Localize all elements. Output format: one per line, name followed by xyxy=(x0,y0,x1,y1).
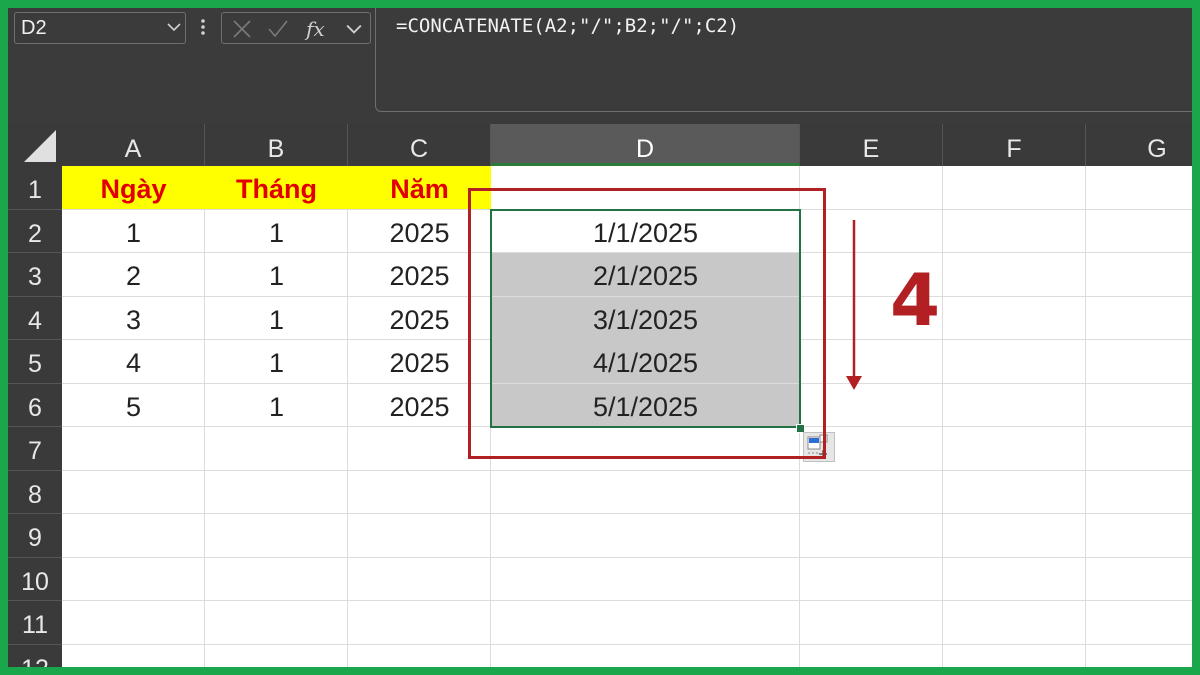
cell-a3[interactable]: 2 xyxy=(62,253,205,296)
chevron-down-icon[interactable] xyxy=(167,22,181,32)
cell-d6[interactable]: 5/1/2025 xyxy=(491,384,800,427)
row-header-11[interactable]: 11 xyxy=(8,601,62,645)
column-header-f[interactable]: F xyxy=(943,124,1086,166)
auto-fill-options-icon xyxy=(807,434,828,458)
row-header-12[interactable]: 12 xyxy=(8,645,62,667)
enter-check-icon[interactable] xyxy=(266,17,290,41)
more-vertical-icon[interactable] xyxy=(196,16,210,38)
cell-c4[interactable]: 2025 xyxy=(348,297,491,340)
insert-function-icon[interactable]: fx xyxy=(304,17,340,41)
step-number: 4 xyxy=(890,258,941,342)
column-header-g[interactable]: G xyxy=(1086,124,1192,166)
row-header-6[interactable]: 6 xyxy=(8,384,62,427)
formula-bar: D2 fx =CONCATENATE(A2;"/";B2;"/";C2) xyxy=(8,8,1192,124)
gridline xyxy=(942,166,943,667)
cell-b2[interactable]: 1 xyxy=(205,210,348,253)
cell-c1[interactable]: Năm xyxy=(348,166,491,209)
row-header-3[interactable]: 3 xyxy=(8,253,62,297)
cell-d5[interactable]: 4/1/2025 xyxy=(491,340,800,383)
gridline xyxy=(62,470,1192,471)
cell-d4[interactable]: 3/1/2025 xyxy=(491,297,800,340)
svg-text:fx: fx xyxy=(304,17,325,41)
name-box-value: D2 xyxy=(21,17,47,39)
cell-b3[interactable]: 1 xyxy=(205,253,348,296)
cell-a5[interactable]: 4 xyxy=(62,340,205,383)
row-header-10[interactable]: 10 xyxy=(8,558,62,601)
row-header-8[interactable]: 8 xyxy=(8,471,62,514)
arrow-down-icon xyxy=(846,220,862,390)
formula-text: =CONCATENATE(A2;"/";B2;"/";C2) xyxy=(396,15,740,37)
column-header-d[interactable]: D xyxy=(491,124,800,166)
cell-c6[interactable]: 2025 xyxy=(348,384,491,427)
gridline xyxy=(62,644,1192,645)
select-all-triangle-icon xyxy=(24,130,56,162)
gridline xyxy=(62,600,1192,601)
row-header-7[interactable]: 7 xyxy=(8,427,62,471)
cell-c5[interactable]: 2025 xyxy=(348,340,491,383)
cell-a6[interactable]: 5 xyxy=(62,384,205,427)
cell-b6[interactable]: 1 xyxy=(205,384,348,427)
column-header-c[interactable]: C xyxy=(348,124,491,166)
cell-d3[interactable]: 2/1/2025 xyxy=(491,253,800,296)
column-header-b[interactable]: B xyxy=(205,124,348,166)
row-header-2[interactable]: 2 xyxy=(8,210,62,253)
cell-c3[interactable]: 2025 xyxy=(348,253,491,296)
cell-b1[interactable]: Tháng xyxy=(205,166,348,209)
cell-grid: Ngày Tháng Năm 1 1 2025 1/1/2025 2 1 202… xyxy=(62,166,1192,667)
cell-a1[interactable]: Ngày xyxy=(62,166,205,209)
row-header-4[interactable]: 4 xyxy=(8,297,62,340)
chevron-down-icon[interactable] xyxy=(346,23,362,35)
cell-c2[interactable]: 2025 xyxy=(348,210,491,253)
cancel-x-icon[interactable] xyxy=(230,17,254,41)
gridline xyxy=(62,557,1192,558)
column-headers: A B C D E F G xyxy=(62,124,1192,166)
cell-d2[interactable]: 1/1/2025 xyxy=(491,210,800,253)
formula-input[interactable]: =CONCATENATE(A2;"/";B2;"/";C2) xyxy=(375,8,1192,112)
auto-fill-options-button[interactable] xyxy=(803,432,835,462)
row-header-5[interactable]: 5 xyxy=(8,340,62,384)
select-all-corner[interactable] xyxy=(8,124,62,166)
cell-a2[interactable]: 1 xyxy=(62,210,205,253)
row-header-9[interactable]: 9 xyxy=(8,514,62,558)
cell-b5[interactable]: 1 xyxy=(205,340,348,383)
cell-b4[interactable]: 1 xyxy=(205,297,348,340)
row-headers: 1 2 3 4 5 6 7 8 9 10 11 12 xyxy=(8,166,62,667)
name-box[interactable]: D2 xyxy=(14,12,186,44)
spreadsheet-window: D2 fx =CONCATENATE(A2;"/";B2;"/";C2) A B… xyxy=(8,8,1192,667)
cell-a4[interactable]: 3 xyxy=(62,297,205,340)
column-header-a[interactable]: A xyxy=(62,124,205,166)
gridline xyxy=(1085,166,1086,667)
gridline xyxy=(62,513,1192,514)
formula-tools: fx xyxy=(221,12,371,44)
row-header-1[interactable]: 1 xyxy=(8,166,62,210)
column-header-e[interactable]: E xyxy=(800,124,943,166)
